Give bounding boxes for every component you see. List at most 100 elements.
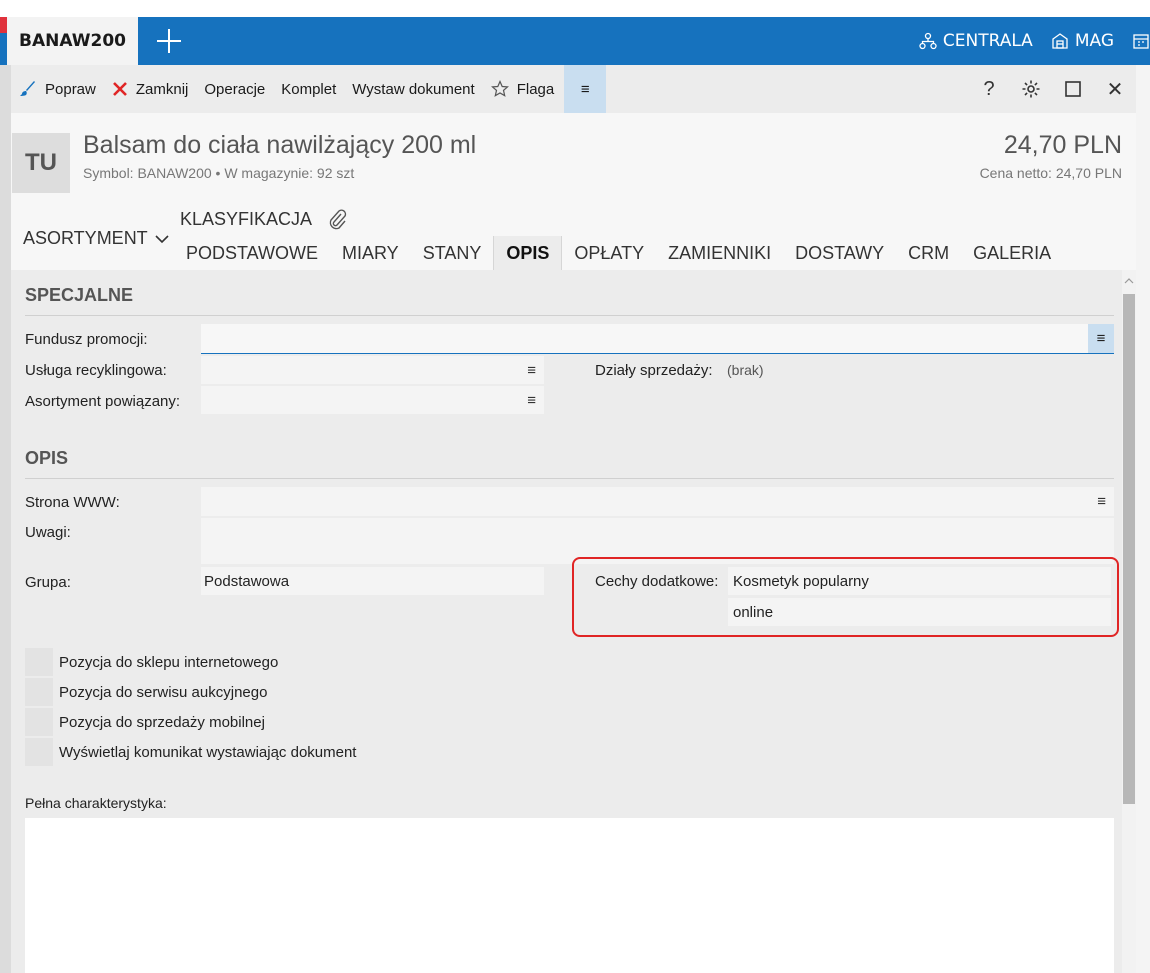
asortyment-label: ASORTYMENT — [23, 228, 148, 248]
zamknij-label: Zamknij — [135, 80, 189, 98]
page-title: Balsam do ciała nawilżający 200 ml — [83, 131, 477, 159]
avatar: TU — [12, 133, 70, 193]
scroll-up-icon[interactable] — [1124, 276, 1134, 286]
grupa-label: Grupa: — [25, 574, 71, 591]
add-tab-icon[interactable] — [156, 28, 182, 54]
usluga-menu-icon[interactable]: ≡ — [527, 362, 536, 379]
popraw-button[interactable]: Popraw — [11, 65, 104, 113]
fundusz-promocji-label: Fundusz promocji: — [25, 331, 148, 348]
warehouse-icon — [1052, 33, 1068, 49]
tab-navigation: ASORTYMENT KLASYFIKACJA PODSTAWOWE MIARY… — [11, 202, 1136, 270]
tab-dostawy[interactable]: DOSTAWY — [783, 236, 896, 270]
komplet-label: Komplet — [281, 80, 337, 98]
gear-icon — [1022, 80, 1040, 98]
app-accent-marker — [0, 17, 7, 33]
fundusz-promocji-field[interactable]: ≡ — [201, 324, 1114, 354]
tabs-row: PODSTAWOWE MIARY STANY OPIS OPŁATY ZAMIE… — [174, 236, 1063, 270]
komplet-button[interactable]: Komplet — [273, 65, 344, 113]
checkbox-label: Wyświetlaj komunikat wystawiając dokumen… — [59, 744, 357, 761]
asortyment-powiazany-field[interactable]: ≡ — [201, 386, 544, 414]
tab-crm[interactable]: CRM — [896, 236, 961, 270]
strona-www-field[interactable]: ≡ — [201, 487, 1114, 516]
checkbox-label: Pozycja do sprzedaży mobilnej — [59, 714, 265, 731]
calendar-button[interactable] — [1132, 32, 1150, 50]
cechy-dodatkowe-value: Kosmetyk popularny — [733, 573, 869, 590]
flaga-label: Flaga — [516, 80, 555, 98]
maximize-icon[interactable] — [1052, 65, 1094, 113]
toolbar-menu-button[interactable]: ≡ — [564, 65, 607, 113]
klasyfikacja-label: KLASYFIKACJA — [180, 208, 313, 229]
asortyment-menu-icon[interactable]: ≡ — [527, 392, 536, 409]
cechy-dodatkowe-field-1[interactable]: Kosmetyk popularny — [728, 567, 1111, 595]
network-icon — [919, 32, 937, 50]
grupa-value: Podstawowa — [204, 573, 290, 590]
wystaw-dokument-label: Wystaw dokument — [352, 80, 475, 98]
usluga-recyklingowa-label: Usługa recyklingowa: — [25, 362, 167, 379]
tab-klasyfikacja[interactable]: KLASYFIKACJA — [180, 208, 348, 230]
brush-icon — [20, 81, 35, 96]
asortyment-dropdown[interactable]: ASORTYMENT — [23, 228, 170, 249]
tab-zamienniki[interactable]: ZAMIENNIKI — [656, 236, 783, 270]
tab-stany[interactable]: STANY — [411, 236, 494, 270]
flaga-button[interactable]: Flaga — [483, 65, 563, 113]
tab-oplaty[interactable]: OPŁATY — [562, 236, 656, 270]
section-specjalne-heading: SPECJALNE — [25, 285, 134, 305]
tab-podstawowe[interactable]: PODSTAWOWE — [174, 236, 330, 270]
scrollbar-thumb[interactable] — [1123, 294, 1135, 804]
fundusz-promocji-menu-button[interactable]: ≡ — [1088, 324, 1114, 353]
tab-banaw200[interactable]: BANAW200 — [7, 17, 138, 65]
section-divider — [25, 315, 1114, 316]
cechy-dodatkowe-label: Cechy dodatkowe: — [595, 573, 719, 590]
strona-www-label: Strona WWW: — [25, 494, 120, 511]
section-divider — [25, 478, 1114, 479]
settings-icon[interactable] — [1010, 65, 1052, 113]
tab-miary[interactable]: MIARY — [330, 236, 411, 270]
cechy-dodatkowe-value: online — [733, 604, 774, 621]
dzialy-sprzedazy-value: (brak) — [727, 362, 764, 378]
tab-opis[interactable]: OPIS — [493, 236, 563, 270]
dzialy-sprzedazy-label: Działy sprzedaży: — [595, 362, 713, 379]
background-panel-left — [0, 65, 11, 973]
checkbox-komunikat[interactable] — [25, 738, 53, 766]
grupa-field[interactable]: Podstawowa — [201, 567, 544, 595]
section-opis-heading: OPIS — [25, 448, 69, 468]
calendar-icon — [1133, 34, 1149, 49]
operacje-label: Operacje — [204, 80, 266, 98]
net-price: Cena netto: 24,70 PLN — [979, 165, 1122, 181]
checkbox-sprzedaz-mobilna[interactable] — [25, 708, 53, 736]
wystaw-dokument-button[interactable]: Wystaw dokument — [344, 65, 482, 113]
pelna-charakterystyka-editor[interactable] — [25, 818, 1114, 973]
pelna-charakterystyka-label: Pełna charakterystyka: — [25, 795, 167, 811]
asortyment-powiazany-label: Asortyment powiązany: — [25, 393, 181, 410]
opis-panel: SPECJALNE Fundusz promocji: ≡ Usługa rec… — [11, 270, 1122, 973]
star-icon — [490, 80, 509, 97]
centrala-label: CENTRALA — [942, 31, 1033, 51]
zamknij-button[interactable]: Zamknij — [104, 65, 197, 113]
mag-button[interactable]: MAG — [1051, 31, 1114, 51]
paperclip-icon[interactable] — [326, 208, 348, 230]
vertical-scrollbar[interactable] — [1122, 270, 1136, 973]
toolbar: Popraw Zamknij Operacje Komplet Wystaw d… — [11, 65, 1136, 113]
close-x-icon — [112, 82, 127, 96]
centrala-button[interactable]: CENTRALA — [919, 31, 1033, 51]
usluga-recyklingowa-field[interactable]: ≡ — [201, 356, 544, 384]
cechy-dodatkowe-field-2[interactable]: online — [728, 598, 1111, 626]
product-subtitle: Symbol: BANAW200 • W magazynie: 92 szt — [83, 165, 355, 181]
chevron-down-icon — [155, 234, 169, 243]
strona-www-menu-icon[interactable]: ≡ — [1097, 493, 1106, 510]
mag-label: MAG — [1074, 31, 1114, 51]
app-top-bar: BANAW200 CENTRALA MAG — [0, 17, 1150, 65]
checkbox-serwis-aukcyjny[interactable] — [25, 678, 53, 706]
uwagi-label: Uwagi: — [25, 524, 71, 541]
popraw-label: Popraw — [45, 80, 96, 98]
product-price: 24,70 PLN — [1003, 131, 1122, 159]
help-icon[interactable]: ? — [968, 65, 1010, 113]
checkbox-sklep-internetowy[interactable] — [25, 648, 53, 676]
close-icon[interactable]: ✕ — [1094, 65, 1136, 113]
operacje-button[interactable]: Operacje — [196, 65, 273, 113]
checkbox-label: Pozycja do sklepu internetowego — [59, 654, 279, 671]
menu-icon: ≡ — [580, 80, 590, 98]
menu-icon: ≡ — [1096, 330, 1106, 347]
tab-galeria[interactable]: GALERIA — [961, 236, 1063, 270]
product-header: TU Balsam do ciała nawilżający 200 ml Sy… — [11, 113, 1136, 202]
